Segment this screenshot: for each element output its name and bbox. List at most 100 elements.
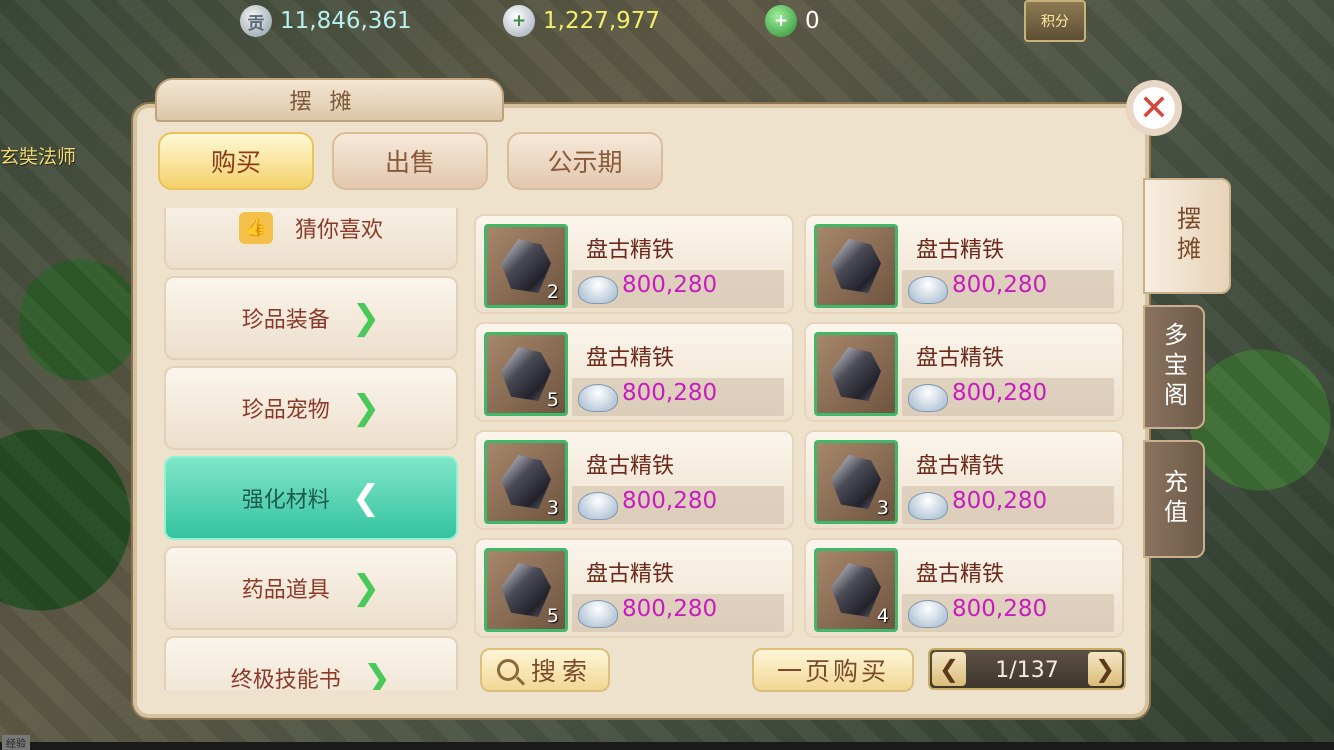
item-quantity: 5 [546,605,559,627]
item-price: 800,280 [952,380,1048,406]
category-label: 猜你喜欢 [294,218,383,243]
item-price: 800,280 [622,272,718,298]
contribution-coin-icon: 贡 [240,5,272,37]
contribution-value: 11,846,361 [280,8,412,34]
item-quantity: 2 [546,281,559,303]
silver-ingot-icon [578,276,618,304]
experience-label: 经验 [2,735,30,750]
pagination: ❮ 1/137 ❯ [928,648,1126,690]
item-name: 盘古精铁 [586,238,675,263]
iron-ore-icon [831,563,881,617]
item-slot: 5 [484,548,568,632]
item-slot: 3 [484,440,568,524]
iron-ore-icon [501,455,551,509]
tab-notice-period[interactable]: 公示期 [507,132,663,190]
category-rare-pets[interactable]: 珍品宠物 ❯ [164,366,458,450]
side-tab-treasure-pavilion[interactable]: 多宝阁 [1143,305,1205,429]
item-price: 800,280 [952,488,1048,514]
category-label: 珍品装备 [241,308,330,333]
silver-value: 1,227,977 [543,8,661,34]
silver-ingot-icon [908,600,948,628]
jade-value: 0 [805,8,820,34]
silver-ingot-icon [908,492,948,520]
side-tab-stall[interactable]: 摆摊 [1143,178,1231,294]
category-ultimate-skill-books[interactable]: 终极技能书 ❯ [164,636,458,690]
item-quantity: 5 [546,389,559,411]
search-icon [496,659,519,681]
experience-bar [0,742,1334,750]
item-quantity: 4 [876,605,889,627]
jade-add-icon[interactable]: + [765,5,797,37]
item-slot: 2 [484,224,568,308]
search-button[interactable]: 搜索 [480,648,610,692]
thumbs-up-icon: 👍 [238,212,273,244]
points-button[interactable]: 积分 [1024,0,1086,42]
silver-ingot-icon [578,492,618,520]
category-rare-equipment[interactable]: 珍品装备 ❯ [164,276,458,360]
item-quantity: 3 [876,497,889,519]
silver-ingot-icon [578,384,618,412]
side-tab-recharge[interactable]: 充值 [1143,440,1205,558]
category-label: 药品道具 [241,578,330,603]
item-card[interactable]: 3 盘古精铁 800,280 [474,430,794,530]
item-slot [814,224,898,308]
item-price: 800,280 [622,596,718,622]
category-guess-you-like[interactable]: 👍 猜你喜欢 [164,208,458,270]
item-price: 800,280 [952,272,1048,298]
item-name: 盘古精铁 [586,454,675,479]
panel-title: 摆摊 [289,90,370,115]
item-name: 盘古精铁 [586,346,675,371]
item-slot: 4 [814,548,898,632]
iron-ore-icon [501,347,551,401]
item-name: 盘古精铁 [916,346,1005,371]
category-label: 珍品宠物 [241,398,330,423]
item-card[interactable]: 5 盘古精铁 800,280 [474,538,794,638]
jade-currency[interactable]: + 0 [765,5,820,37]
iron-ore-icon [831,455,881,509]
category-medicine-items[interactable]: 药品道具 ❯ [164,546,458,630]
silver-ingot-icon [908,276,948,304]
iron-ore-icon [831,347,881,401]
category-label: 强化材料 [241,488,330,513]
category-enhancement-materials[interactable]: 强化材料 ❮ [164,456,458,540]
item-slot: 5 [484,332,568,416]
buy-page-button[interactable]: 一页购买 [752,648,914,692]
panel-title-plaque: 摆摊 [155,78,504,122]
npc-name-label: 玄奘法师 [0,146,77,168]
item-price: 800,280 [622,380,718,406]
silver-currency[interactable]: + 1,227,977 [503,5,660,37]
next-page-button[interactable]: ❯ [1088,652,1122,686]
search-label: 搜索 [530,657,593,686]
iron-ore-icon [501,563,551,617]
item-card[interactable]: 盘古精铁 800,280 [804,214,1124,314]
chevron-left-icon: ❮ [351,478,381,518]
item-card[interactable]: 盘古精铁 800,280 [804,322,1124,422]
item-card[interactable]: 3 盘古精铁 800,280 [804,430,1124,530]
silver-ingot-icon [578,600,618,628]
chevron-right-icon: ❯ [362,658,392,690]
tab-sell[interactable]: 出售 [332,132,488,190]
chevron-right-icon: ❯ [351,298,381,338]
chevron-right-icon: ❯ [351,568,381,608]
item-name: 盘古精铁 [916,562,1005,587]
item-card[interactable]: 2 盘古精铁 800,280 [474,214,794,314]
tab-buy[interactable]: 购买 [158,132,314,190]
iron-ore-icon [831,239,881,293]
item-price: 800,280 [622,488,718,514]
item-price: 800,280 [952,596,1048,622]
contribution-currency: 贡 11,846,361 [240,5,412,37]
iron-ore-icon [501,239,551,293]
chevron-right-icon: ❯ [351,388,381,428]
silver-ingot-icon [908,384,948,412]
item-card[interactable]: 5 盘古精铁 800,280 [474,322,794,422]
item-card[interactable]: 4 盘古精铁 800,280 [804,538,1124,638]
category-label: 终极技能书 [230,668,341,690]
silver-ingot-add-icon[interactable]: + [503,5,535,37]
item-name: 盘古精铁 [916,238,1005,263]
close-button[interactable]: ✕ [1126,80,1182,136]
category-list[interactable]: 👍 猜你喜欢 珍品装备 ❯ 珍品宠物 ❯ 强化材料 ❮ 药品道具 ❯ 终极技能书… [158,208,460,690]
item-quantity: 3 [546,497,559,519]
item-slot [814,332,898,416]
item-name: 盘古精铁 [916,454,1005,479]
item-slot: 3 [814,440,898,524]
